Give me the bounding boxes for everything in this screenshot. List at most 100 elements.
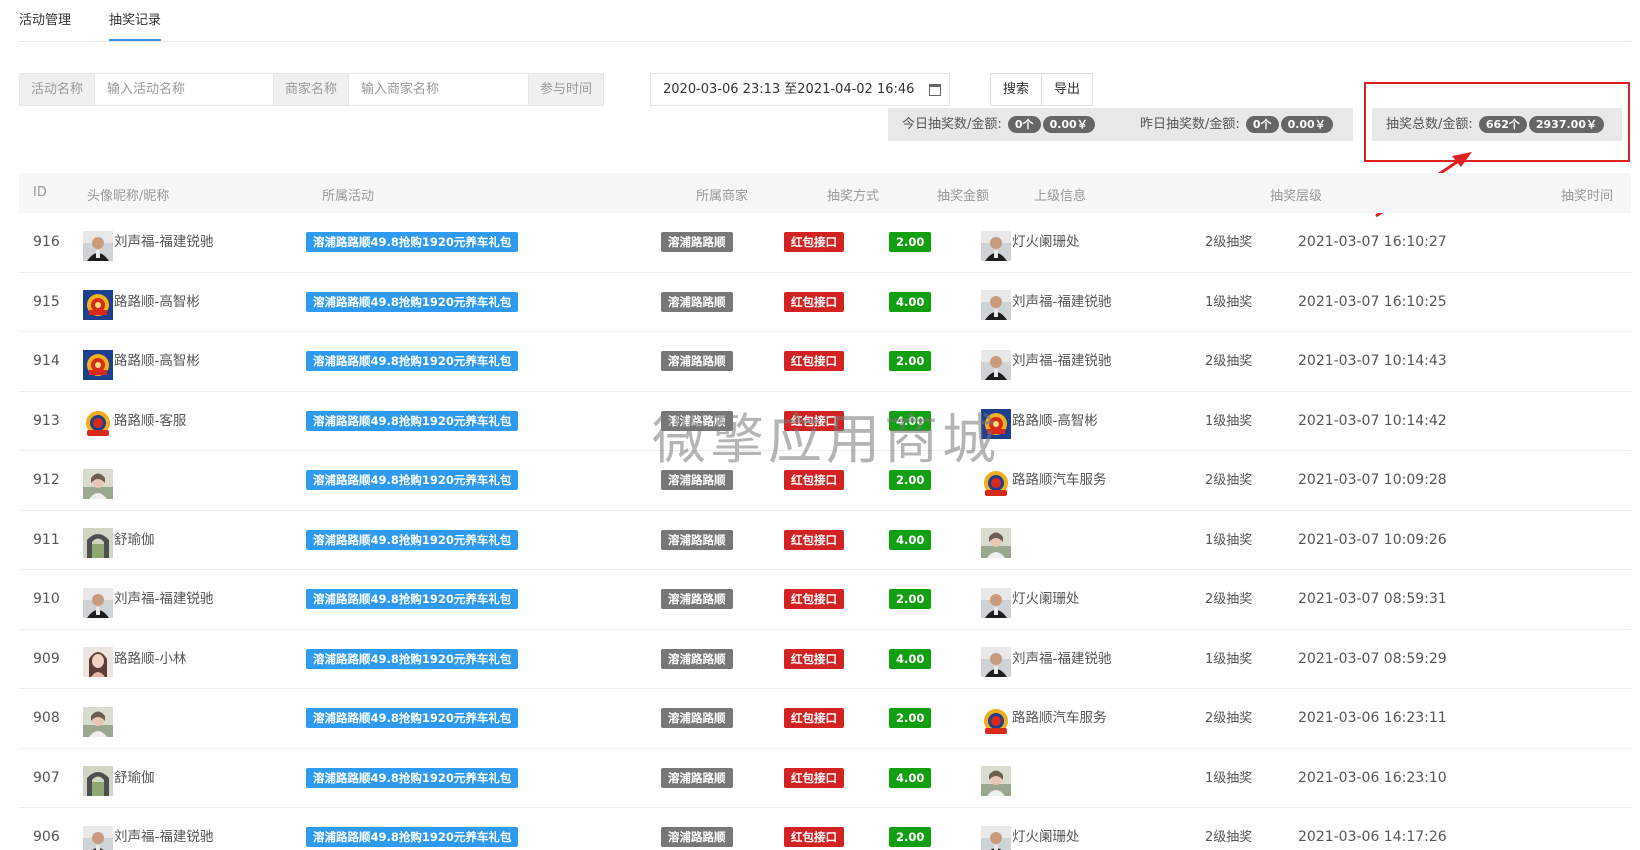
row-user: 刘声福-福建锐驰: [83, 808, 213, 850]
activity-tag[interactable]: 溶浦路路顺49.8抢购1920元养车礼包: [306, 589, 519, 609]
amount-tag: 4.00: [889, 410, 932, 431]
user-avatar: [83, 823, 113, 850]
row-amount: 2.00: [889, 570, 932, 629]
merchant-name-label: 商家名称: [273, 73, 349, 106]
row-id: 908: [33, 710, 60, 726]
search-button[interactable]: 搜索: [990, 73, 1042, 106]
row-amount: 4.00: [889, 749, 932, 808]
activity-tag[interactable]: 溶浦路路顺49.8抢购1920元养车礼包: [306, 410, 519, 431]
highlight-annotation-box: [1364, 82, 1630, 162]
row-method: 红包接口: [784, 213, 844, 272]
date-range-input[interactable]: 2020-03-06 23:13 至2021-04-02 16:46: [650, 73, 950, 106]
activity-tag[interactable]: 溶浦路路顺49.8抢购1920元养车礼包: [306, 291, 519, 312]
row-merchant: 溶浦路路顺: [661, 749, 733, 808]
row-merchant: 溶浦路路顺: [661, 689, 733, 748]
user-nickname: 刘声福-福建锐驰: [114, 591, 214, 607]
col-parent: 上级信息: [1034, 189, 1087, 204]
method-tag: 红包接口: [784, 470, 844, 490]
activity-tag[interactable]: 溶浦路路顺49.8抢购1920元养车礼包: [306, 232, 519, 252]
row-merchant: 溶浦路路顺: [661, 451, 733, 510]
activity-tag[interactable]: 溶浦路路顺49.8抢购1920元养车礼包: [306, 351, 519, 371]
row-amount: 2.00: [889, 332, 932, 391]
parent-nickname: 刘声福-福建锐驰: [1012, 353, 1112, 369]
row-user: 路路顺-高智彬: [83, 273, 200, 332]
parent-avatar: [981, 704, 1011, 737]
row-method: 红包接口: [784, 689, 844, 748]
parent-nickname: 灯火阑珊处: [1012, 234, 1080, 250]
merchant-tag: 溶浦路路顺: [661, 351, 733, 371]
table-row: 916 刘声福-福建锐驰 溶浦路路顺49.8抢购1920元养车礼包 溶浦路路顺 红包接口…: [19, 213, 1631, 273]
activity-tag[interactable]: 溶浦路路顺49.8抢购1920元养车礼包: [306, 708, 519, 728]
row-time: 2021-03-07 16:10:25: [1298, 293, 1447, 310]
method-tag: 红包接口: [784, 291, 844, 312]
activity-tag[interactable]: 溶浦路路顺49.8抢购1920元养车礼包: [306, 648, 519, 669]
row-activity: 溶浦路路顺49.8抢购1920元养车礼包: [306, 570, 519, 629]
col-amount: 抽奖金额: [937, 189, 990, 204]
user-nickname: 路路顺-客服: [114, 412, 187, 429]
row-user: 路路顺-高智彬: [83, 332, 200, 391]
user-avatar: [83, 228, 113, 261]
row-id: 915: [33, 293, 60, 310]
amount-tag: 4.00: [889, 767, 932, 788]
user-nickname: 舒瑜伽: [114, 769, 155, 786]
row-activity: 溶浦路路顺49.8抢购1920元养车礼包: [306, 808, 519, 850]
row-activity: 溶浦路路顺49.8抢购1920元养车礼包: [306, 511, 519, 570]
row-id: 907: [33, 769, 60, 786]
activity-tag[interactable]: 溶浦路路顺49.8抢购1920元养车礼包: [306, 827, 519, 847]
merchant-tag: 溶浦路路顺: [661, 529, 733, 550]
parent-avatar: [981, 644, 1011, 677]
tab-activity-management[interactable]: 活动管理: [19, 9, 71, 39]
row-amount: 4.00: [889, 630, 932, 689]
activity-tag[interactable]: 溶浦路路顺49.8抢购1920元养车礼包: [306, 529, 519, 550]
row-parent: [981, 749, 1012, 808]
amount-tag: 2.00: [889, 827, 932, 847]
row-level: 1级抽奖: [1205, 294, 1253, 310]
row-id: 914: [33, 353, 60, 369]
yesterday-amount-badge: 0.00￥: [1280, 116, 1333, 133]
col-time[interactable]: 抽奖时间: [1561, 185, 1613, 204]
table-row: 909 路路顺-小林 溶浦路路顺49.8抢购1920元养车礼包 溶浦路路顺 红包接口 4.…: [19, 630, 1631, 689]
table-row: 910 刘声福-福建锐驰 溶浦路路顺49.8抢购1920元养车礼包 溶浦路路顺 红包接口…: [19, 570, 1631, 630]
activity-tag[interactable]: 溶浦路路顺49.8抢购1920元养车礼包: [306, 767, 519, 788]
amount-tag: 4.00: [889, 529, 932, 550]
row-amount: 2.00: [889, 689, 932, 748]
user-avatar: [83, 644, 113, 677]
row-id: 911: [33, 531, 60, 548]
user-avatar: [83, 763, 113, 796]
parent-avatar: [981, 823, 1011, 850]
merchant-tag: 溶浦路路顺: [661, 708, 733, 728]
activity-tag[interactable]: 溶浦路路顺49.8抢购1920元养车礼包: [306, 470, 519, 490]
row-activity: 溶浦路路顺49.8抢购1920元养车礼包: [306, 689, 519, 748]
col-id[interactable]: ID: [33, 185, 47, 200]
row-level: 1级抽奖: [1205, 770, 1253, 786]
merchant-name-input[interactable]: 输入商家名称: [348, 73, 529, 106]
user-nickname: 刘声福-福建锐驰: [114, 234, 214, 250]
user-avatar: [83, 347, 113, 380]
parent-avatar: [981, 466, 1011, 499]
merchant-tag: 溶浦路路顺: [661, 291, 733, 312]
row-time: 2021-03-07 16:10:27: [1298, 234, 1447, 250]
table-row: 907 舒瑜伽 溶浦路路顺49.8抢购1920元养车礼包 溶浦路路顺 红包接口 4.00 1…: [19, 749, 1631, 808]
export-button[interactable]: 导出: [1041, 73, 1093, 106]
activity-name-input[interactable]: 输入活动名称: [94, 73, 274, 106]
merchant-tag: 溶浦路路顺: [661, 648, 733, 669]
row-parent: 路路顺-高智彬: [981, 392, 1098, 451]
row-method: 红包接口: [784, 392, 844, 451]
col-activity: 所属活动: [322, 189, 375, 204]
calendar-icon[interactable]: [929, 84, 941, 96]
method-tag: 红包接口: [784, 767, 844, 788]
row-activity: 溶浦路路顺49.8抢购1920元养车礼包: [306, 213, 519, 272]
today-amount-badge: 0.00￥: [1042, 116, 1095, 133]
user-avatar: [83, 585, 113, 618]
user-avatar: [83, 287, 113, 320]
row-level: 2级抽奖: [1205, 830, 1253, 845]
row-method: 红包接口: [784, 273, 844, 332]
row-time: 2021-03-07 10:14:42: [1298, 412, 1447, 429]
row-method: 红包接口: [784, 808, 844, 850]
row-merchant: 溶浦路路顺: [661, 808, 733, 850]
tab-lottery-records[interactable]: 抽奖记录: [109, 9, 162, 41]
row-amount: 2.00: [889, 213, 932, 272]
parent-nickname: 路路顺汽车服务: [1012, 472, 1107, 488]
parent-nickname: 路路顺-高智彬: [1012, 412, 1098, 429]
row-user: 舒瑜伽: [83, 749, 155, 808]
